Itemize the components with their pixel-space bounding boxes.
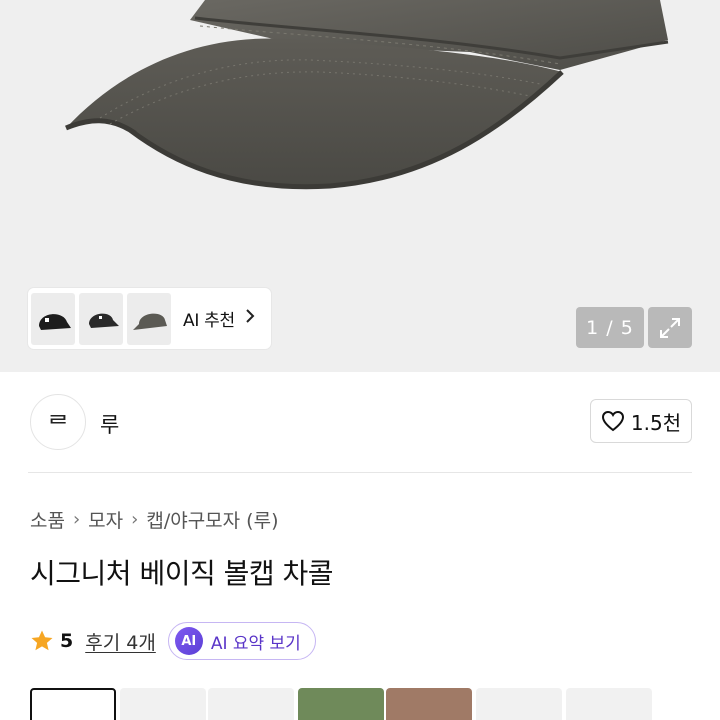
cap-icon <box>39 313 71 330</box>
product-image-gallery[interactable]: AI 추천 1 / 5 <box>0 0 720 372</box>
like-count: 1.5천 <box>630 410 682 435</box>
image-counter: 1 / 5 <box>576 307 644 348</box>
product-title: 시그니처 베이직 볼캡 차콜 <box>30 557 334 590</box>
like-button[interactable]: 1.5천 <box>590 399 692 443</box>
star-icon <box>31 630 53 651</box>
seller-logo[interactable]: ᄅ <box>30 394 86 450</box>
ai-summary-button[interactable]: AI AI 요약 보기 <box>167 622 316 660</box>
recommend-thumb-1[interactable] <box>31 292 75 345</box>
divider <box>28 472 692 473</box>
ai-summary-label: AI 요약 보기 <box>210 633 301 654</box>
ai-recommend-card[interactable]: AI 추천 <box>28 288 271 349</box>
ai-badge-icon: AI <box>174 627 203 655</box>
breadcrumb-item[interactable]: 소품 <box>30 506 65 533</box>
expand-icon <box>660 317 680 338</box>
rating-score: 5 <box>60 630 74 652</box>
recommend-thumb-2[interactable] <box>79 292 123 345</box>
option-thumb[interactable] <box>120 688 206 720</box>
breadcrumb-item[interactable]: 모자 <box>88 506 123 533</box>
option-thumb[interactable] <box>298 688 384 720</box>
reviews-link[interactable]: 후기 4개 <box>85 628 156 655</box>
option-thumb[interactable] <box>476 688 562 720</box>
breadcrumb-item[interactable]: 캡/야구모자 (루) <box>146 506 278 533</box>
rating-row: 5 후기 4개 AI AI 요약 보기 <box>30 622 316 660</box>
breadcrumb: 소품 › 모자 › 캡/야구모자 (루) <box>30 506 279 533</box>
seller-name[interactable]: 루 <box>100 409 119 439</box>
option-thumb[interactable] <box>386 688 472 720</box>
cap-icon <box>89 313 119 328</box>
chevron-right-icon <box>245 308 255 329</box>
option-thumb[interactable] <box>566 688 652 720</box>
option-thumb[interactable] <box>208 688 294 720</box>
heart-icon <box>601 410 624 432</box>
ai-recommend-label: AI 추천 <box>183 311 235 331</box>
chevron-right-icon: › <box>72 509 81 530</box>
expand-button[interactable] <box>648 307 692 348</box>
cap-icon <box>133 313 167 330</box>
chevron-right-icon: › <box>131 509 139 530</box>
option-thumb[interactable] <box>30 688 116 720</box>
recommend-thumb-3[interactable] <box>127 292 171 345</box>
seller-row: ᄅ 루 1.5천 <box>28 392 692 452</box>
